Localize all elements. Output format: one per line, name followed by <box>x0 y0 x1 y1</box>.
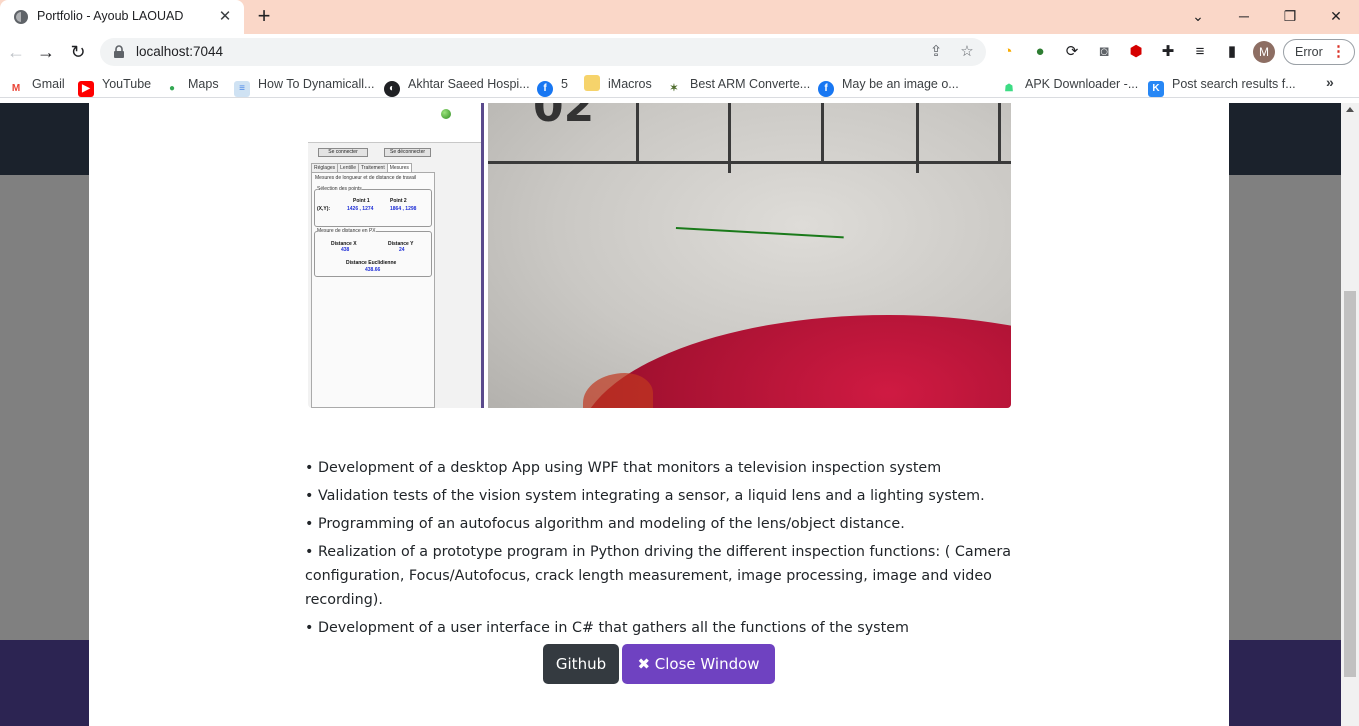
page-icon: ≡ <box>234 81 250 97</box>
error-button[interactable]: Error ⋮ <box>1283 39 1355 65</box>
address-bar[interactable]: localhost:7044 ⇪ ☆ <box>100 38 986 66</box>
menu-dots-icon: ⋮ <box>1331 43 1346 60</box>
more-bookmarks-icon[interactable]: » <box>1326 74 1334 90</box>
new-tab-button[interactable]: + <box>252 5 276 29</box>
point-selection-group: Sélection des points Point 1 Point 2 (X,… <box>314 186 432 227</box>
distance-group: Mesure de distance en PX Distance X Dist… <box>314 228 432 277</box>
bookmark-imacros[interactable]: iMacros <box>584 75 652 93</box>
url-text: localhost:7044 <box>136 44 224 59</box>
reload-icon[interactable]: ↻ <box>66 40 90 64</box>
folder-icon <box>584 75 600 91</box>
extensions-puzzle-icon[interactable]: ✚ <box>1158 42 1178 62</box>
project-image: Se connecter Se déconnecter Réglages Lent… <box>308 103 1011 408</box>
close-window-button[interactable]: ✖ Close Window <box>622 644 775 684</box>
extension-cursor-icon[interactable]: ◔ <box>998 42 1018 62</box>
tab-search-chevron-icon[interactable]: ⌄ <box>1184 4 1212 28</box>
youtube-icon: ▶ <box>78 81 94 97</box>
bookmark-facebook-image[interactable]: f May be an image o... <box>818 75 959 97</box>
bookmark-apk[interactable]: ☗ APK Downloader -... <box>1001 75 1138 97</box>
bookmark-youtube[interactable]: ▶ YouTube <box>78 75 151 97</box>
project-description: • Development of a desktop App using WPF… <box>305 456 1015 644</box>
globe-icon <box>14 10 28 24</box>
github-button[interactable]: Github <box>543 644 619 684</box>
lock-icon <box>114 45 124 58</box>
facebook-icon: f <box>537 81 553 97</box>
bullet-item: • Development of a user interface in C# … <box>305 620 909 636</box>
ruler-digits: 02 <box>533 103 595 132</box>
vk-icon: K <box>1148 81 1164 97</box>
bullet-item: • Validation tests of the vision system … <box>305 488 985 504</box>
arm-icon: ✶ <box>666 81 682 97</box>
measure-panel: Mesures de longueur et de distance de tr… <box>311 172 435 408</box>
window-close-icon[interactable]: ✕ <box>1322 4 1350 28</box>
tab-strip: Portfolio - Ayoub LAOUAD ✕ + ⌄ ─ ❐ ✕ <box>0 0 1359 34</box>
browser-toolbar: ← → ↻ localhost:7044 ⇪ ☆ ◔ ● ⟳ ◙ ⬢ ✚ ≡ ▮… <box>0 34 1359 70</box>
app-control-panel: Se connecter Se déconnecter Réglages Lent… <box>308 103 483 408</box>
app-tabs: Réglages Lentille Traitement Mesures <box>311 163 412 172</box>
bullet-item: • Development of a desktop App using WPF… <box>305 460 942 476</box>
extension-robot-icon[interactable]: ◙ <box>1094 42 1114 62</box>
bullet-item: • Realization of a prototype program in … <box>305 544 1011 608</box>
android-icon: ☗ <box>1001 81 1017 97</box>
browser-tab[interactable]: Portfolio - Ayoub LAOUAD ✕ <box>0 0 244 34</box>
back-arrow-icon[interactable]: ← <box>4 40 28 64</box>
project-modal: Se connecter Se déconnecter Réglages Lent… <box>89 103 1229 726</box>
error-label: Error <box>1295 45 1323 59</box>
bookmark-gmail[interactable]: M Gmail <box>8 75 65 97</box>
restore-icon[interactable]: ❐ <box>1276 4 1304 28</box>
camera-view: 02 <box>488 103 1011 408</box>
connect-button-image: Se connecter <box>318 148 368 157</box>
bookmark-how-to[interactable]: ≡ How To Dynamicall... <box>234 75 374 97</box>
page-viewport: Se connecter Se déconnecter Réglages Lent… <box>0 103 1359 726</box>
extension-globe-icon[interactable]: ● <box>1030 42 1050 62</box>
bullet-item: • Programming of an autofocus algorithm … <box>305 516 905 532</box>
bookmarks-bar: M Gmail ▶ YouTube ● Maps ≡ How To Dynamicall… <box>0 70 1359 98</box>
maps-icon: ● <box>164 81 180 97</box>
gmail-icon: M <box>8 81 24 97</box>
bookmark-maps[interactable]: ● Maps <box>164 75 219 97</box>
bookmark-facebook-5[interactable]: f5 <box>537 75 568 97</box>
page-scrollbar[interactable] <box>1341 103 1359 726</box>
reading-list-icon[interactable]: ≡ <box>1190 42 1210 62</box>
status-led-icon <box>441 109 451 119</box>
scroll-up-arrow-icon[interactable] <box>1346 107 1354 112</box>
share-icon[interactable]: ⇪ <box>926 42 946 62</box>
tab-title: Portfolio - Ayoub LAOUAD <box>37 9 184 23</box>
side-panel-icon[interactable]: ▮ <box>1222 42 1242 62</box>
facebook-icon: f <box>818 81 834 97</box>
bookmark-arm[interactable]: ✶ Best ARM Converte... <box>666 75 810 97</box>
profile-avatar[interactable]: M <box>1253 41 1275 63</box>
bookmark-vk[interactable]: K Post search results f... <box>1148 75 1296 97</box>
extension-sync-icon[interactable]: ⟳ <box>1062 42 1082 62</box>
minimize-icon[interactable]: ─ <box>1230 4 1258 28</box>
close-tab-icon[interactable]: ✕ <box>216 8 234 26</box>
ruler-line <box>488 161 1011 164</box>
forward-arrow-icon[interactable]: → <box>34 40 58 64</box>
extension-stop-icon[interactable]: ⬢ <box>1126 42 1146 62</box>
bookmark-akhtar[interactable]: ◐ Akhtar Saeed Hospi... <box>384 75 530 97</box>
globe-icon: ◐ <box>384 81 400 97</box>
bookmark-star-icon[interactable]: ☆ <box>957 42 977 62</box>
disconnect-button-image: Se déconnecter <box>384 148 431 157</box>
scrollbar-thumb[interactable] <box>1344 291 1356 677</box>
